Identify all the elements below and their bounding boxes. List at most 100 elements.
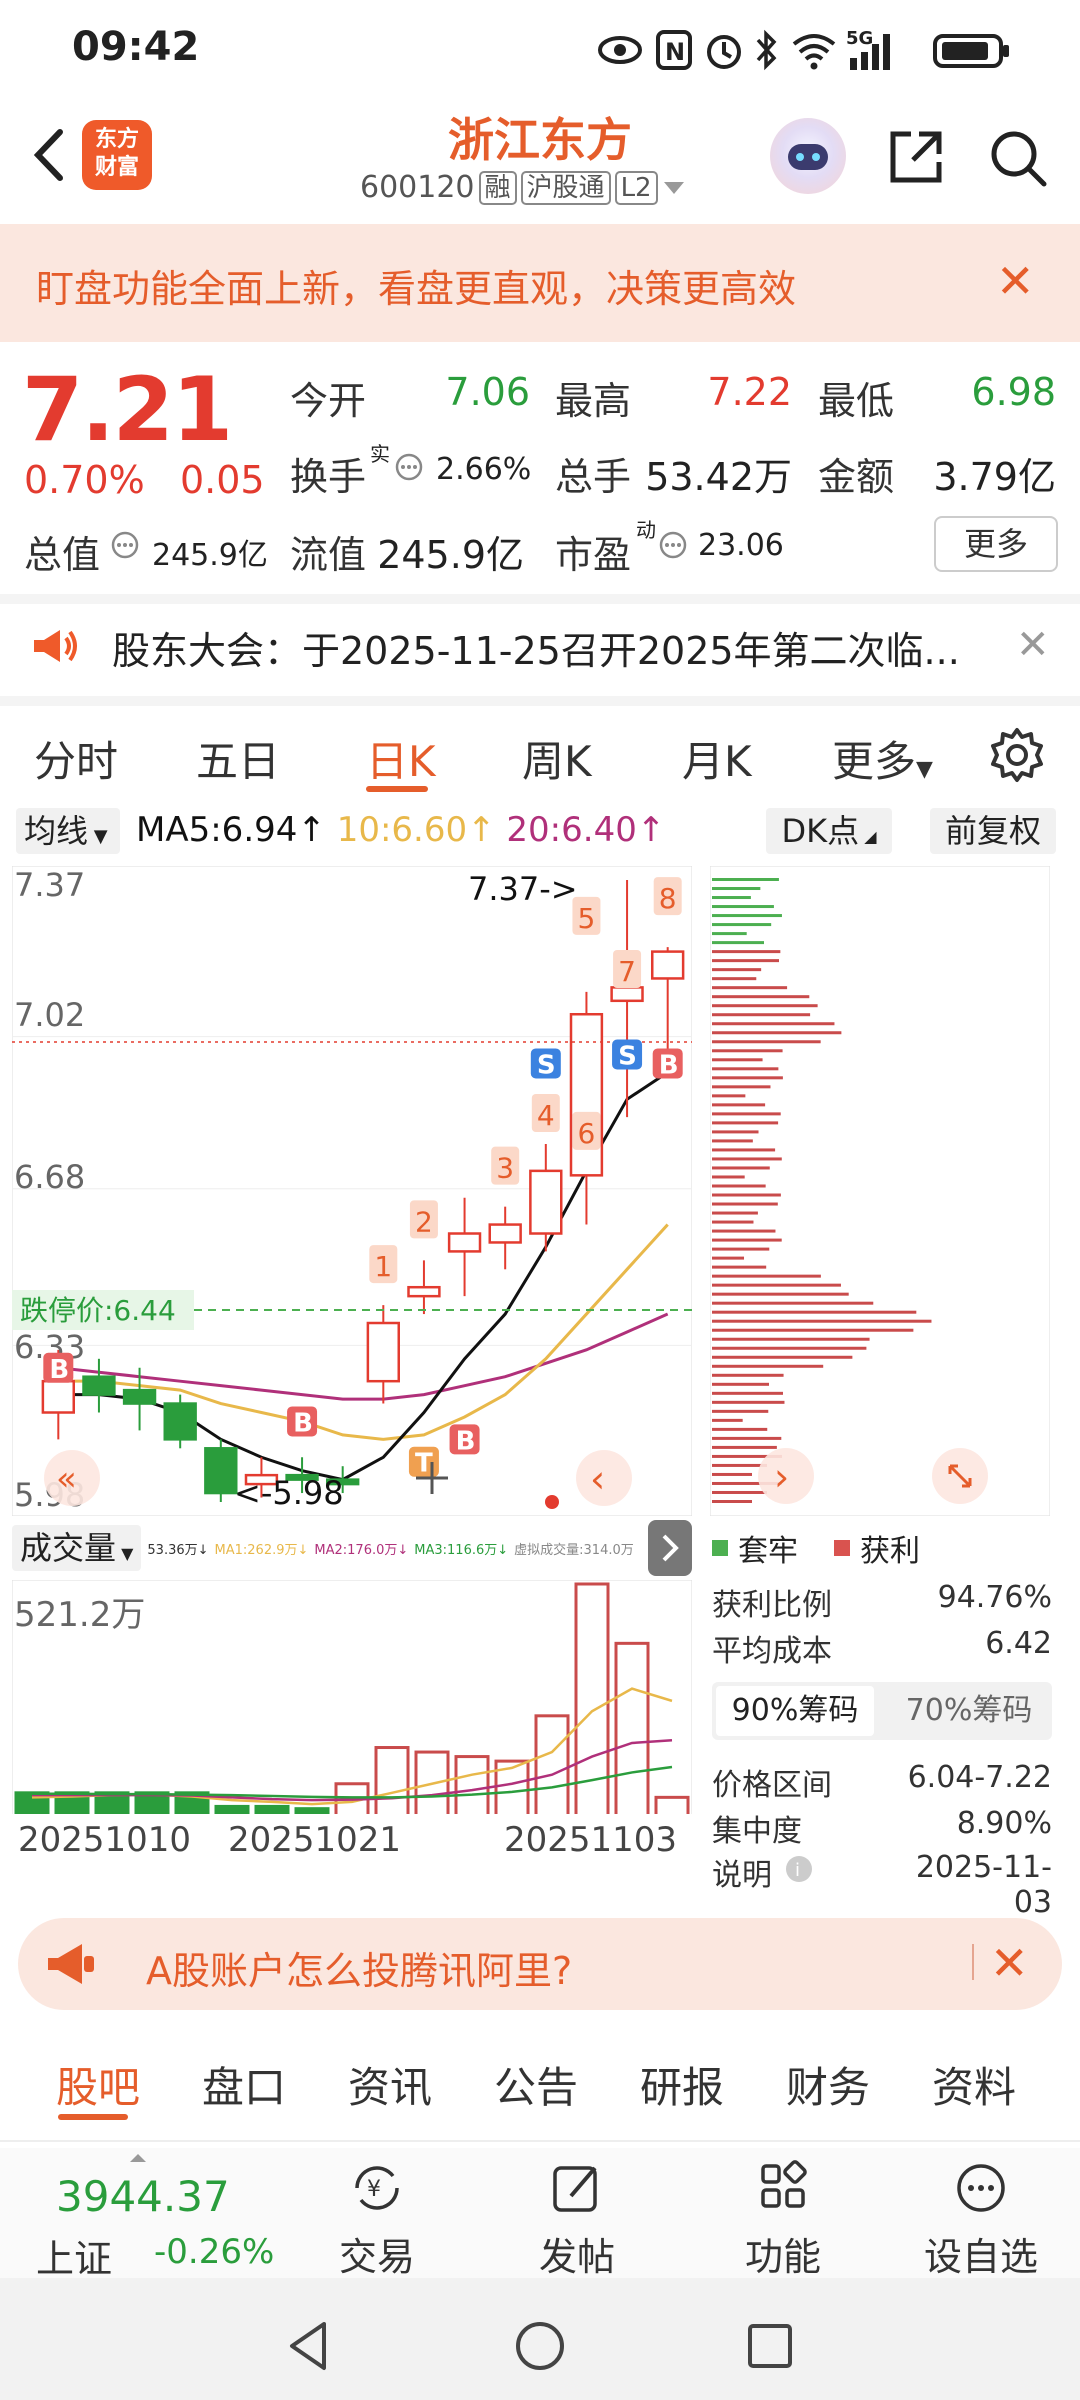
stock-code-line: 600120 融 沪股通 L2 <box>360 170 686 205</box>
tab-five-day[interactable]: 五日 <box>196 728 280 789</box>
share-icon[interactable] <box>885 126 947 188</box>
robot-icon <box>788 144 828 170</box>
index-value[interactable]: 3944.37 <box>56 2172 230 2221</box>
chip-bar <box>712 1382 769 1386</box>
chip-bar <box>712 1256 745 1260</box>
signal-number: 6 <box>577 1117 595 1150</box>
tab-intraday[interactable]: 分时 <box>34 728 118 789</box>
notice-close-button[interactable]: ✕ <box>1016 622 1050 668</box>
chip-bar <box>712 1490 767 1494</box>
tab-chip-90[interactable]: 90%筹码 <box>716 1686 874 1736</box>
info-icon[interactable]: i <box>784 1854 814 1884</box>
volume-chart[interactable]: 521.2万 <box>12 1580 692 1820</box>
trade-marker-label: S <box>537 1050 556 1080</box>
adjust-button[interactable]: 前复权 <box>930 808 1056 854</box>
chip-bar <box>712 1500 752 1503</box>
pe-value: 23.06 <box>698 528 784 563</box>
concentration-value: 8.90% <box>956 1806 1052 1841</box>
amount-label: 金额 <box>818 455 895 499</box>
info-icon[interactable] <box>394 452 424 482</box>
chip-bar <box>712 1319 932 1323</box>
tab-pankou[interactable]: 盘口 <box>202 2054 286 2115</box>
chip-bar <box>712 959 779 963</box>
tab-chip-70[interactable]: 70%筹码 <box>890 1686 1048 1736</box>
grid-icon <box>761 2160 807 2208</box>
volume-bar <box>534 1714 570 1820</box>
chip-distribution-chart[interactable]: › <box>710 866 1050 1516</box>
divider <box>972 1944 974 1980</box>
nav-functions[interactable]: 功能 <box>718 2160 848 2281</box>
assistant-avatar[interactable] <box>770 118 846 194</box>
home-circle-icon[interactable] <box>510 2316 570 2376</box>
indicator-select[interactable]: 均线 ▼ <box>16 808 120 854</box>
high-label: 最高 <box>555 379 632 423</box>
tab-monthly-k[interactable]: 月K <box>682 728 752 789</box>
info-icon[interactable] <box>658 530 688 560</box>
volume-select[interactable]: 成交量 ▼ <box>12 1525 142 1571</box>
chip-bar <box>712 1328 914 1332</box>
trade-marker-label: T <box>415 1449 433 1479</box>
tab-news[interactable]: 资讯 <box>348 2054 432 2115</box>
double-chevron-left-icon[interactable]: « <box>56 1459 77 1499</box>
caret-down-icon: ▼ <box>916 757 933 782</box>
nav-add-watchlist[interactable]: 设自选 <box>916 2160 1046 2281</box>
search-icon[interactable] <box>986 126 1050 190</box>
index-percent[interactable]: -0.26% <box>154 2232 274 2272</box>
info-icon[interactable] <box>110 530 140 560</box>
tab-profile[interactable]: 资料 <box>932 2054 1016 2115</box>
vol-legend-4: 虚拟成交量:314.0万 <box>514 1542 634 1558</box>
min-price-label: <-5.98 <box>234 1474 344 1512</box>
dk-point-label: DK点 <box>781 812 860 850</box>
avg-cost-label: 平均成本 <box>712 1634 832 1669</box>
ma5-value: MA5:6.94↑ <box>136 810 326 850</box>
gear-icon[interactable] <box>988 726 1046 784</box>
chip-bar <box>712 1121 779 1125</box>
tab-research[interactable]: 研报 <box>640 2054 724 2115</box>
tab-guba[interactable]: 股吧 <box>56 2054 140 2115</box>
float-value: 245.9亿 <box>377 533 524 577</box>
chip-bar <box>712 1229 776 1233</box>
chevron-left-icon[interactable]: ‹ <box>590 1457 605 1501</box>
ad-close-button[interactable]: ✕ <box>990 1936 1029 1990</box>
ma10-value: 10:6.60↑ <box>336 810 496 850</box>
chip-bar <box>712 1283 841 1287</box>
tab-finance[interactable]: 财务 <box>786 2054 870 2115</box>
more-quote-button[interactable]: 更多 <box>934 516 1058 572</box>
trade-marker-label: B <box>456 1426 476 1456</box>
tab-announcements[interactable]: 公告 <box>494 2054 578 2115</box>
mktcap-label: 总值 <box>24 533 101 577</box>
candle-body <box>651 950 685 980</box>
candle-body <box>122 1388 157 1405</box>
notice-text[interactable]: 股东大会：于2025-11-25召开2025年第二次临... <box>112 620 960 675</box>
chip-bar <box>712 1076 783 1080</box>
nav-trade[interactable]: ¥ 交易 <box>312 2160 442 2281</box>
ad-text[interactable]: A股账户怎么投腾讯阿里? <box>146 1940 572 1995</box>
tab-more[interactable]: 更多▼ <box>832 728 933 789</box>
chevron-right-icon[interactable]: › <box>774 1455 789 1499</box>
dropdown-icon[interactable] <box>662 178 686 198</box>
dk-point-button[interactable]: DK点 ◢ <box>766 808 892 854</box>
y-label-top: 7.37 <box>14 866 85 904</box>
chip-bar <box>712 914 782 918</box>
back-triangle-icon[interactable] <box>280 2316 340 2376</box>
chip-bar <box>712 1445 777 1449</box>
tab-weekly-k[interactable]: 周K <box>522 728 592 789</box>
candle-body <box>447 1232 482 1253</box>
chip-bar <box>712 1337 870 1341</box>
turnover-label: 换手 <box>290 455 367 499</box>
expand-panel-button[interactable] <box>648 1520 692 1576</box>
change-percent: 0.70% <box>24 458 145 502</box>
nav-post[interactable]: 发帖 <box>512 2160 642 2281</box>
chip-bar <box>712 977 757 981</box>
tab-daily-k[interactable]: 日K <box>366 728 436 789</box>
vol-legend-0: 53.36万↓ <box>147 1542 209 1558</box>
volume-date-axis: 20251010 20251021 20251103 <box>12 1814 692 1870</box>
y-label-3: 6.68 <box>14 1158 85 1196</box>
index-name[interactable]: 上证 <box>36 2228 112 2283</box>
recents-square-icon[interactable] <box>740 2316 800 2376</box>
candle-body <box>41 1379 75 1414</box>
kline-chart[interactable]: 7.37 7.02 6.68 6.33 5.98 跌停价:6.44 7.37->… <box>12 866 692 1516</box>
avg-cost-value: 6.42 <box>985 1626 1052 1661</box>
candle-body <box>529 1169 563 1235</box>
banner-close-button[interactable]: ✕ <box>996 258 1035 304</box>
